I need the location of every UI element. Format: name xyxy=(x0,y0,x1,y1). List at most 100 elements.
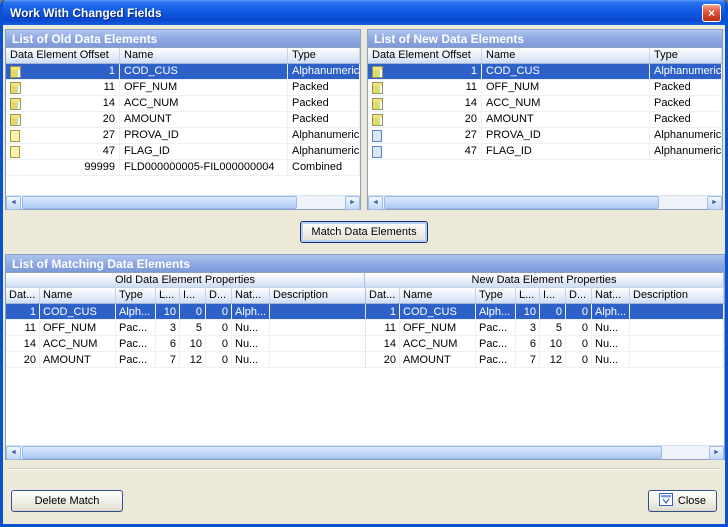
match-row[interactable]: 14 ACC_NUM Pac... 6 10 0 Nu... 14 ACC_NU… xyxy=(6,336,724,352)
name-cell: AMOUNT xyxy=(120,112,288,127)
old-data-elements-panel: List of Old Data Elements Data Element O… xyxy=(5,29,361,210)
offset-cell: 27 xyxy=(6,128,120,143)
horizontal-scrollbar[interactable]: ◄ ► xyxy=(6,445,724,459)
len-cell: 10 xyxy=(156,304,180,319)
offset-value: 11 xyxy=(466,80,477,95)
scroll-right-button[interactable]: ► xyxy=(709,446,724,460)
dialog-content: List of Old Data Elements Data Element O… xyxy=(3,25,725,524)
field-icon xyxy=(372,82,383,94)
scrollbar-thumb[interactable] xyxy=(22,196,297,209)
new-panel-title: List of New Data Elements xyxy=(367,29,723,47)
name-cell: OFF_NUM xyxy=(120,80,288,95)
data-item-icon xyxy=(10,146,20,158)
name-cell: FLAG_ID xyxy=(120,144,288,159)
field-icon xyxy=(10,98,21,110)
name-cell: AMOUNT xyxy=(40,352,116,367)
match-row[interactable]: 11 OFF_NUM Pac... 3 5 0 Nu... 11 OFF_NUM… xyxy=(6,320,724,336)
name-cell: AMOUNT xyxy=(482,112,650,127)
horizontal-scrollbar[interactable]: ◄ ► xyxy=(6,195,360,209)
type-cell: Alph... xyxy=(116,304,156,319)
name-cell: ACC_NUM xyxy=(482,96,650,111)
delete-match-button[interactable]: Delete Match xyxy=(11,490,123,512)
scrollbar-track[interactable] xyxy=(21,196,345,209)
match-button-row: Match Data Elements xyxy=(5,210,723,254)
table-row[interactable]: 27 PROVA_ID Alphanumeric xyxy=(368,128,722,144)
offset-value: 47 xyxy=(465,144,477,159)
description-cell xyxy=(270,352,366,367)
dat-cell: 20 xyxy=(6,352,40,367)
scroll-right-button[interactable]: ► xyxy=(345,196,360,210)
int-cell: 5 xyxy=(180,320,206,335)
scroll-left-icon: ◄ xyxy=(10,199,17,206)
name-cell: ACC_NUM xyxy=(40,336,116,351)
match-data-elements-button[interactable]: Match Data Elements xyxy=(300,221,427,243)
scrollbar-thumb[interactable] xyxy=(22,446,662,459)
offset-cell: 99999 xyxy=(6,160,120,175)
column-header-type: Type xyxy=(476,288,516,303)
old-grid: Data Element Offset Name Type 1 COD_CUS … xyxy=(5,47,361,210)
horizontal-scrollbar[interactable]: ◄ ► xyxy=(368,195,722,209)
type-cell: Pac... xyxy=(116,352,156,367)
table-row[interactable]: 1 COD_CUS Alphanumeric xyxy=(368,64,722,80)
field-icon xyxy=(372,114,383,126)
name-cell: COD_CUS xyxy=(120,64,288,79)
description-cell xyxy=(630,336,724,351)
scroll-left-button[interactable]: ◄ xyxy=(6,446,21,460)
dat-cell: 1 xyxy=(366,304,400,319)
dat-cell: 20 xyxy=(366,352,400,367)
match-row[interactable]: 20 AMOUNT Pac... 7 12 0 Nu... 20 AMOUNT … xyxy=(6,352,724,368)
table-row[interactable]: 27 PROVA_ID Alphanumeric xyxy=(6,128,360,144)
type-cell: Alphanumeric xyxy=(288,64,360,79)
scroll-left-button[interactable]: ◄ xyxy=(368,196,383,210)
scrollbar-thumb[interactable] xyxy=(384,196,659,209)
description-cell xyxy=(630,304,724,319)
type-cell: Alphanumeric xyxy=(288,128,360,143)
offset-cell: 47 xyxy=(368,144,482,159)
dat-cell: 1 xyxy=(6,304,40,319)
name-cell: COD_CUS xyxy=(40,304,116,319)
type-cell: Combined xyxy=(288,160,360,175)
type-cell: Packed xyxy=(288,112,360,127)
table-row[interactable]: 47 FLAG_ID Alphanumeric xyxy=(6,144,360,160)
column-header-name: Name xyxy=(120,48,288,63)
match-row[interactable]: 1 COD_CUS Alph... 10 0 0 Alph... 1 COD_C… xyxy=(6,304,724,320)
scrollbar-track[interactable] xyxy=(21,446,709,459)
dec-cell: 0 xyxy=(206,336,232,351)
table-row[interactable]: 1 COD_CUS Alphanumeric xyxy=(6,64,360,80)
table-row[interactable]: 11 OFF_NUM Packed xyxy=(368,80,722,96)
scroll-right-icon: ► xyxy=(713,449,720,456)
dec-cell: 0 xyxy=(566,336,592,351)
table-row[interactable]: 20 AMOUNT Packed xyxy=(368,112,722,128)
table-row[interactable]: 14 ACC_NUM Packed xyxy=(6,96,360,112)
name-cell: PROVA_ID xyxy=(482,128,650,143)
column-header-len: L... xyxy=(156,288,180,303)
scroll-right-button[interactable]: ► xyxy=(707,196,722,210)
type-cell: Packed xyxy=(288,96,360,111)
type-cell: Packed xyxy=(650,96,722,111)
old-panel-title: List of Old Data Elements xyxy=(5,29,361,47)
column-header-dat: Dat... xyxy=(366,288,400,303)
dat-cell: 14 xyxy=(6,336,40,351)
int-cell: 10 xyxy=(180,336,206,351)
close-button-label: Close xyxy=(678,495,706,507)
type-cell: Pac... xyxy=(476,336,516,351)
scroll-left-button[interactable]: ◄ xyxy=(6,196,21,210)
dat-cell: 11 xyxy=(6,320,40,335)
column-header-type: Type xyxy=(288,48,360,63)
offset-cell: 20 xyxy=(368,112,482,127)
column-header-offset: Data Element Offset xyxy=(368,48,482,63)
scrollbar-track[interactable] xyxy=(383,196,707,209)
description-cell xyxy=(270,304,366,319)
table-row[interactable]: 14 ACC_NUM Packed xyxy=(368,96,722,112)
column-header-int: I... xyxy=(180,288,206,303)
table-row[interactable]: 11 OFF_NUM Packed xyxy=(6,80,360,96)
table-row[interactable]: 20 AMOUNT Packed xyxy=(6,112,360,128)
new-grid: Data Element Offset Name Type 1 COD_CUS … xyxy=(367,47,723,210)
table-row[interactable]: 99999 FLD000000005-FIL000000004 Combined xyxy=(6,160,360,176)
window-close-button[interactable]: × xyxy=(702,4,721,22)
nat-cell: Nu... xyxy=(232,336,270,351)
offset-value: 20 xyxy=(465,112,477,127)
type-cell: Pac... xyxy=(116,320,156,335)
close-button[interactable]: Close xyxy=(648,490,717,512)
table-row[interactable]: 47 FLAG_ID Alphanumeric xyxy=(368,144,722,160)
